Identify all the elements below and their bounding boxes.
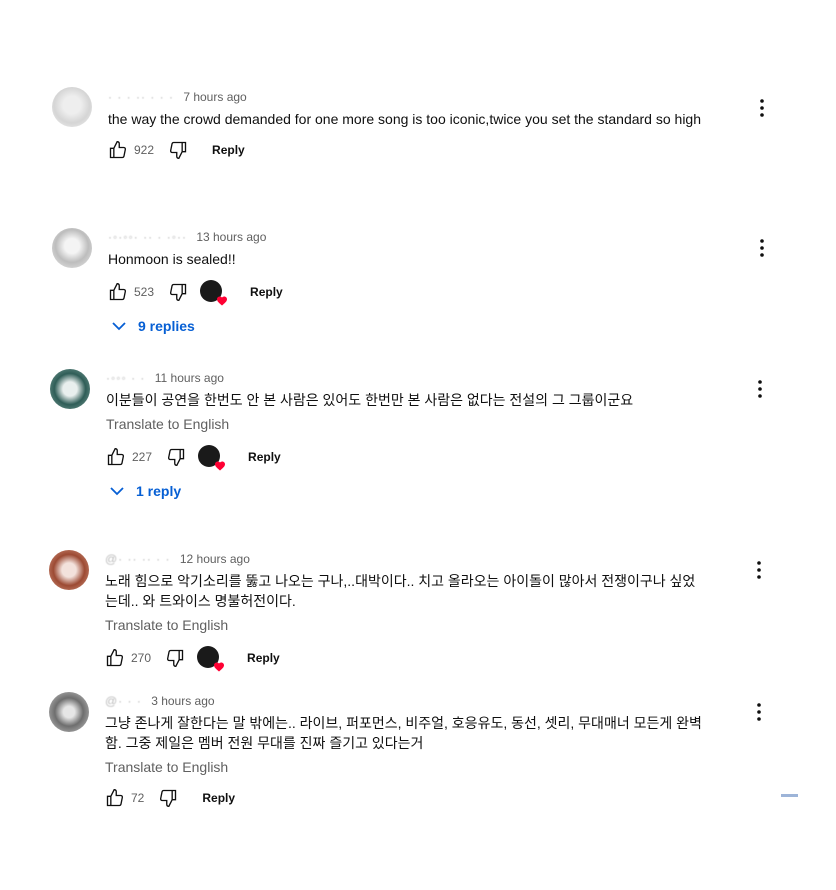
- more-vert-icon: [758, 380, 762, 398]
- like-button[interactable]: [106, 280, 130, 304]
- chevron-down-icon: [112, 321, 126, 330]
- comment-time[interactable]: 7 hours ago: [183, 90, 246, 104]
- dislike-button[interactable]: [163, 646, 187, 670]
- comment-actions: 922 Reply: [106, 138, 245, 162]
- reply-button[interactable]: Reply: [250, 285, 283, 299]
- more-actions-button[interactable]: [750, 96, 774, 120]
- more-actions-button[interactable]: [748, 377, 772, 401]
- comment-text-line: 함. 그중 제일은 멤버 전원 무대를 진짜 즐기고 있다는거: [105, 735, 424, 751]
- like-count: 72: [131, 791, 145, 805]
- comment-actions: 227 Reply: [104, 445, 281, 471]
- thumb-up-icon: [107, 447, 125, 466]
- comment-actions: 523 Reply: [106, 280, 283, 306]
- thumb-up-icon: [109, 140, 127, 159]
- dislike-button[interactable]: [166, 280, 190, 304]
- comment-time[interactable]: 12 hours ago: [180, 552, 250, 566]
- avatar[interactable]: [50, 369, 90, 409]
- creator-heart-badge: [200, 280, 228, 306]
- thumb-up-icon: [106, 788, 124, 807]
- author-name[interactable]: @· ·· ·· · ·: [105, 552, 171, 566]
- dislike-button[interactable]: [156, 786, 180, 810]
- more-vert-icon: [757, 703, 761, 721]
- avatar[interactable]: [52, 228, 92, 268]
- chevron-down-icon: [110, 486, 124, 495]
- avatar[interactable]: [49, 550, 89, 590]
- comment-time[interactable]: 3 hours ago: [151, 694, 214, 708]
- comment-text-line: 노래 힘으로 악기소리를 뚫고 나오는 구나,..대박이다.. 치고 올라오는 …: [105, 573, 696, 589]
- comment-text-line: 는데.. 와 트와이스 명불허전이다.: [105, 593, 296, 609]
- comment-meta: · · · ·· · · · 7 hours ago: [108, 90, 247, 104]
- creator-heart-badge: [198, 445, 226, 471]
- thumb-up-icon: [106, 648, 124, 667]
- reply-button[interactable]: Reply: [212, 143, 245, 157]
- author-name[interactable]: ·◦◦◦ · ·: [106, 371, 145, 385]
- comment-actions: 270 Reply: [103, 646, 280, 672]
- thumb-down-icon: [160, 789, 177, 808]
- like-count: 922: [134, 143, 155, 157]
- translate-link[interactable]: Translate to English: [105, 617, 228, 633]
- comment-text-line: 그냥 존나게 잘한다는 말 밖에는.. 라이브, 퍼포먼스, 비주얼, 호응유도…: [105, 715, 702, 731]
- like-button[interactable]: [106, 138, 130, 162]
- dislike-button[interactable]: [166, 138, 190, 162]
- comment-meta: @· · · 3 hours ago: [105, 694, 215, 708]
- translate-link[interactable]: Translate to English: [105, 759, 228, 775]
- comment-time[interactable]: 11 hours ago: [155, 371, 224, 385]
- reply-button[interactable]: Reply: [248, 450, 281, 464]
- more-vert-icon: [757, 561, 761, 579]
- heart-icon: [214, 662, 225, 672]
- thumb-down-icon: [170, 141, 187, 160]
- author-name[interactable]: @· · ·: [105, 694, 142, 708]
- avatar[interactable]: [52, 87, 92, 127]
- comment-meta: ·◦◦◦ · · 11 hours ago: [106, 371, 224, 385]
- comment-time[interactable]: 13 hours ago: [196, 230, 266, 244]
- more-actions-button[interactable]: [750, 236, 774, 260]
- like-button[interactable]: [104, 445, 128, 469]
- thumb-up-icon: [109, 282, 127, 301]
- reply-button[interactable]: Reply: [202, 791, 235, 805]
- scroll-indicator[interactable]: [781, 794, 798, 797]
- comment-text: the way the crowd demanded for one more …: [108, 111, 702, 127]
- more-vert-icon: [760, 99, 764, 117]
- replies-count: 1 reply: [136, 483, 182, 499]
- like-button[interactable]: [103, 646, 127, 670]
- comment-text: 이분들이 공연을 한번도 안 본 사람은 있어도 한번만 본 사람은 없다는 전…: [106, 392, 634, 408]
- heart-icon: [217, 296, 228, 306]
- comment-meta: @· ·· ·· · · 12 hours ago: [105, 552, 250, 566]
- thumb-down-icon: [168, 448, 185, 467]
- like-count: 270: [131, 651, 152, 665]
- comment-text: 노래 힘으로 악기소리를 뚫고 나오는 구나,..대박이다.. 치고 올라오는 …: [105, 571, 695, 611]
- translate-link[interactable]: Translate to English: [106, 416, 229, 432]
- thumb-down-icon: [167, 649, 184, 668]
- avatar[interactable]: [49, 692, 89, 732]
- thumb-down-icon: [170, 283, 187, 302]
- creator-heart-badge: [197, 646, 225, 672]
- comment-text: Honmoon is sealed!!: [108, 251, 236, 267]
- dislike-button[interactable]: [164, 445, 188, 469]
- replies-count: 9 replies: [138, 318, 195, 334]
- more-vert-icon: [760, 239, 764, 257]
- comment-text: 그냥 존나게 잘한다는 말 밖에는.. 라이브, 퍼포먼스, 비주얼, 호응유도…: [105, 713, 702, 753]
- author-name[interactable]: · · · ·· · · ·: [108, 90, 174, 104]
- comment-meta: ·◦·◦◦· ·· · ·◦·· 13 hours ago: [108, 230, 266, 244]
- view-replies-button[interactable]: 1 reply: [110, 483, 181, 499]
- like-button[interactable]: [103, 786, 127, 810]
- view-replies-button[interactable]: 9 replies: [112, 318, 195, 334]
- like-count: 227: [132, 450, 153, 464]
- like-count: 523: [134, 285, 155, 299]
- reply-button[interactable]: Reply: [247, 651, 280, 665]
- author-name[interactable]: ·◦·◦◦· ·· · ·◦··: [108, 230, 187, 244]
- heart-icon: [215, 461, 226, 471]
- more-actions-button[interactable]: [747, 700, 771, 724]
- comment-actions: 72 Reply: [103, 786, 235, 810]
- more-actions-button[interactable]: [747, 558, 771, 582]
